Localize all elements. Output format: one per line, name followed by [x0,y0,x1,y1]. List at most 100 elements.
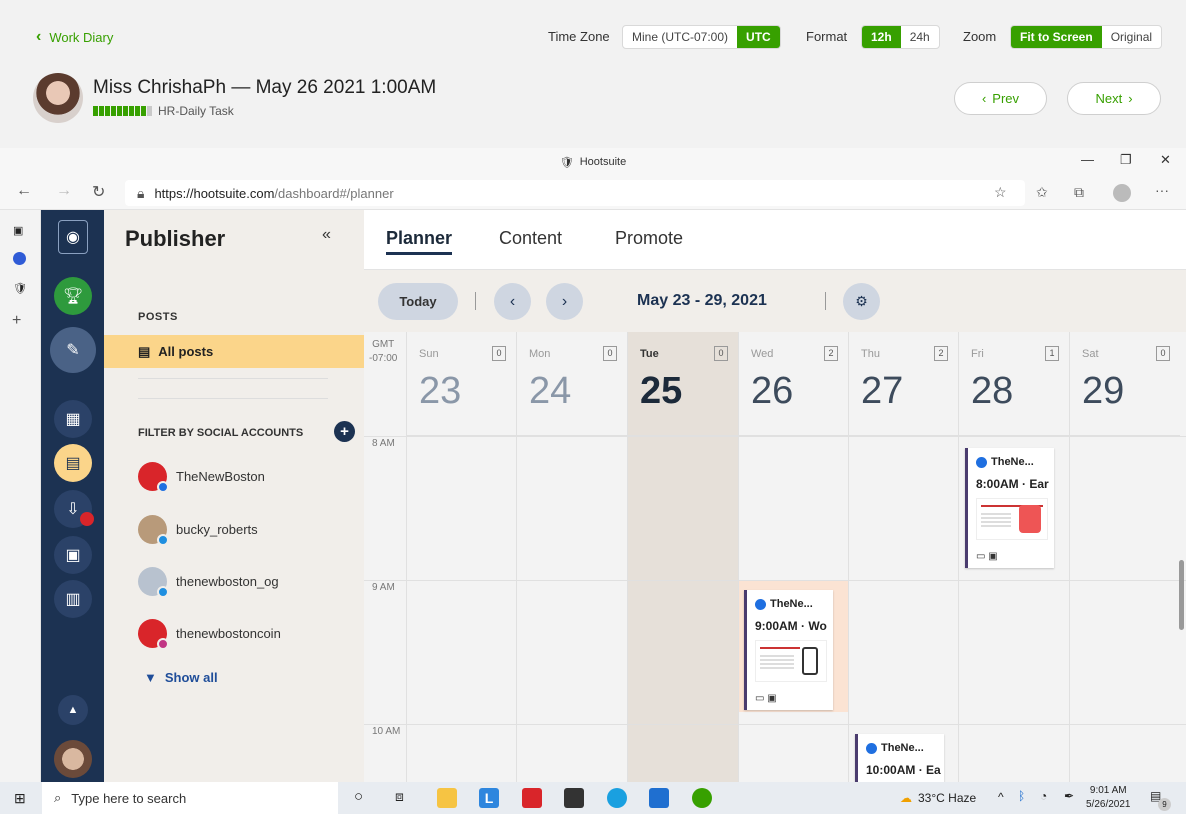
user-avatar[interactable] [54,740,92,778]
day-column-thu[interactable]: Thu 2 27 [848,332,958,782]
publisher-tabs: Planner Content Promote [364,210,1186,270]
task-view-icon[interactable]: ⧈ [395,788,404,805]
settings-gear-button[interactable]: ⚙ [843,283,880,320]
forward-arrow-icon[interactable]: → [56,182,72,200]
more-icon[interactable]: ··· [1155,182,1169,198]
divider [138,398,328,399]
prev-week-button[interactable]: ‹ [494,283,531,320]
inbox-icon[interactable]: ⇩ [54,490,94,528]
all-posts-item[interactable]: ▤ All posts [104,335,364,368]
format-12h-option[interactable]: 12h [862,26,901,48]
show-hidden-icons[interactable]: ^ [998,790,1004,804]
next-week-button[interactable]: › [546,283,583,320]
back-to-work-diary-link[interactable]: ‹ Work Diary [36,28,113,46]
day-column-sat[interactable]: Sat 0 29 [1069,332,1180,782]
hootsuite-tab-icon: 🛡 [559,156,574,169]
post-card[interactable]: TheNe... 9:00AM · Wo ▭ ▣ [744,590,833,710]
network-icon[interactable]: ◔ [1040,789,1047,803]
scrollbar-thumb[interactable] [1179,560,1184,630]
back-arrow-icon[interactable]: ← [16,182,32,200]
prev-button[interactable]: ‹ Prev [954,82,1047,115]
work-diary-header: ‹ Work Diary Time Zone Mine (UTC-07:00) … [0,0,1186,148]
address-bar-row: ← → ↻ 🔒︎ https://hootsuite.com/dashboard… [0,176,1186,210]
app-icon[interactable] [13,252,26,265]
reload-icon[interactable]: ↻ [92,182,105,202]
hootsuite-side-icon[interactable]: 🛡 [13,282,27,295]
mail-icon[interactable] [649,788,669,808]
profile-icon[interactable] [1113,184,1131,202]
dashboard-icon[interactable]: ▦ [54,400,92,438]
day-column-sun[interactable]: Sun 0 23 [406,332,516,782]
tab-icon[interactable]: ▣ [13,224,23,237]
filter-heading: FILTER BY SOCIAL ACCOUNTS [138,427,304,439]
restore-icon[interactable]: ❐ [1120,152,1132,168]
windows-start-icon[interactable]: ⊞ [14,790,26,807]
pen-icon[interactable]: ✒ [1064,789,1074,803]
url-field[interactable]: 🔒︎ https://hootsuite.com/dashboard#/plan… [125,180,1025,206]
format-24h-option[interactable]: 24h [901,26,939,48]
store-icon[interactable] [564,788,584,808]
mcafee-icon[interactable] [522,788,542,808]
day-column-wed[interactable]: Wed 2 26 [738,332,848,782]
tz-mine-option[interactable]: Mine (UTC-07:00) [623,26,737,48]
post-card[interactable]: TheNe... 10:00AM · Ea [855,734,944,782]
cortana-icon[interactable]: ○ [354,788,363,805]
day-column-tue[interactable]: Tue 0 25 [627,332,738,782]
bluetooth-icon[interactable]: ᛒ [1018,789,1025,803]
facebook-icon [755,598,766,610]
trophy-icon[interactable]: 🏆︎ [54,277,92,315]
today-button[interactable]: Today [378,283,458,320]
tab-promote[interactable]: Promote [615,228,683,249]
edge-icon[interactable] [607,788,627,808]
tab-content[interactable]: Content [499,228,562,249]
day-column-mon[interactable]: Mon 0 24 [516,332,627,782]
l-app-icon[interactable]: L [479,788,499,808]
next-button[interactable]: Next › [1067,82,1161,115]
browser-titlebar: 🛡 Hootsuite [0,148,1186,176]
account-item[interactable]: thenewbostoncoin [138,619,281,650]
facebook-icon [866,742,877,754]
scroll-up-icon[interactable]: ▲ [58,695,88,725]
collections-icon[interactable]: ⧉ [1074,184,1084,201]
add-icon[interactable]: + [12,312,21,330]
taskbar-search[interactable]: ⌕ Type here to search [42,782,338,814]
favorite-add-icon[interactable]: ☆ [994,184,1007,201]
add-account-button[interactable]: + [334,421,355,442]
compose-icon[interactable]: ✎ [50,327,96,373]
minimize-icon[interactable]: — [1081,152,1094,167]
publisher-title: Publisher [125,226,226,251]
weather-icon: ☁ [900,791,912,805]
system-tray: ☁ 33°C Haze [900,791,977,805]
facebook-icon [976,456,987,468]
zoom-fit-option[interactable]: Fit to Screen [1011,26,1102,48]
day-header: Thu 2 27 [849,332,958,436]
avatar [33,73,83,123]
collapse-panel-icon[interactable]: « [322,226,331,244]
owl-logo-icon[interactable]: ◉ [58,220,88,254]
chevron-right-icon: › [561,292,568,310]
post-card[interactable]: TheNe... 8:00AM · Ear ▭ ▣ [965,448,1054,568]
timezone-toggle: Mine (UTC-07:00) UTC [622,25,781,49]
tab-planner[interactable]: Planner [386,228,453,255]
divider [475,292,476,310]
day-header: Wed 2 26 [739,332,848,436]
zoom-original-option[interactable]: Original [1102,26,1161,48]
hour-label: 10 AM [372,726,401,737]
close-icon[interactable]: ✕ [1160,152,1171,168]
taskbar-clock[interactable]: 9:01 AM 5/26/2021 [1086,784,1131,812]
upwork-icon[interactable] [692,788,712,808]
post-thumbnail [976,498,1048,540]
show-all-link[interactable]: ▼ Show all [144,670,218,685]
hour-line [364,724,1186,725]
tz-utc-option[interactable]: UTC [737,26,780,48]
analytics-icon[interactable]: ▥ [54,580,92,618]
account-item[interactable]: TheNewBoston [138,462,265,493]
file-explorer-icon[interactable] [437,788,457,808]
favorites-icon[interactable]: ✩ [1036,184,1048,201]
account-item[interactable]: thenewboston_og [138,567,279,598]
planner-toolbar: Today ‹ › May 23 - 29, 2021 ⚙ [364,270,1186,332]
clipboard-icon[interactable]: ▣ [54,536,92,574]
post-thumbnail [755,640,827,682]
calendar-icon[interactable]: ▤ [54,444,92,482]
account-item[interactable]: bucky_roberts [138,515,258,546]
